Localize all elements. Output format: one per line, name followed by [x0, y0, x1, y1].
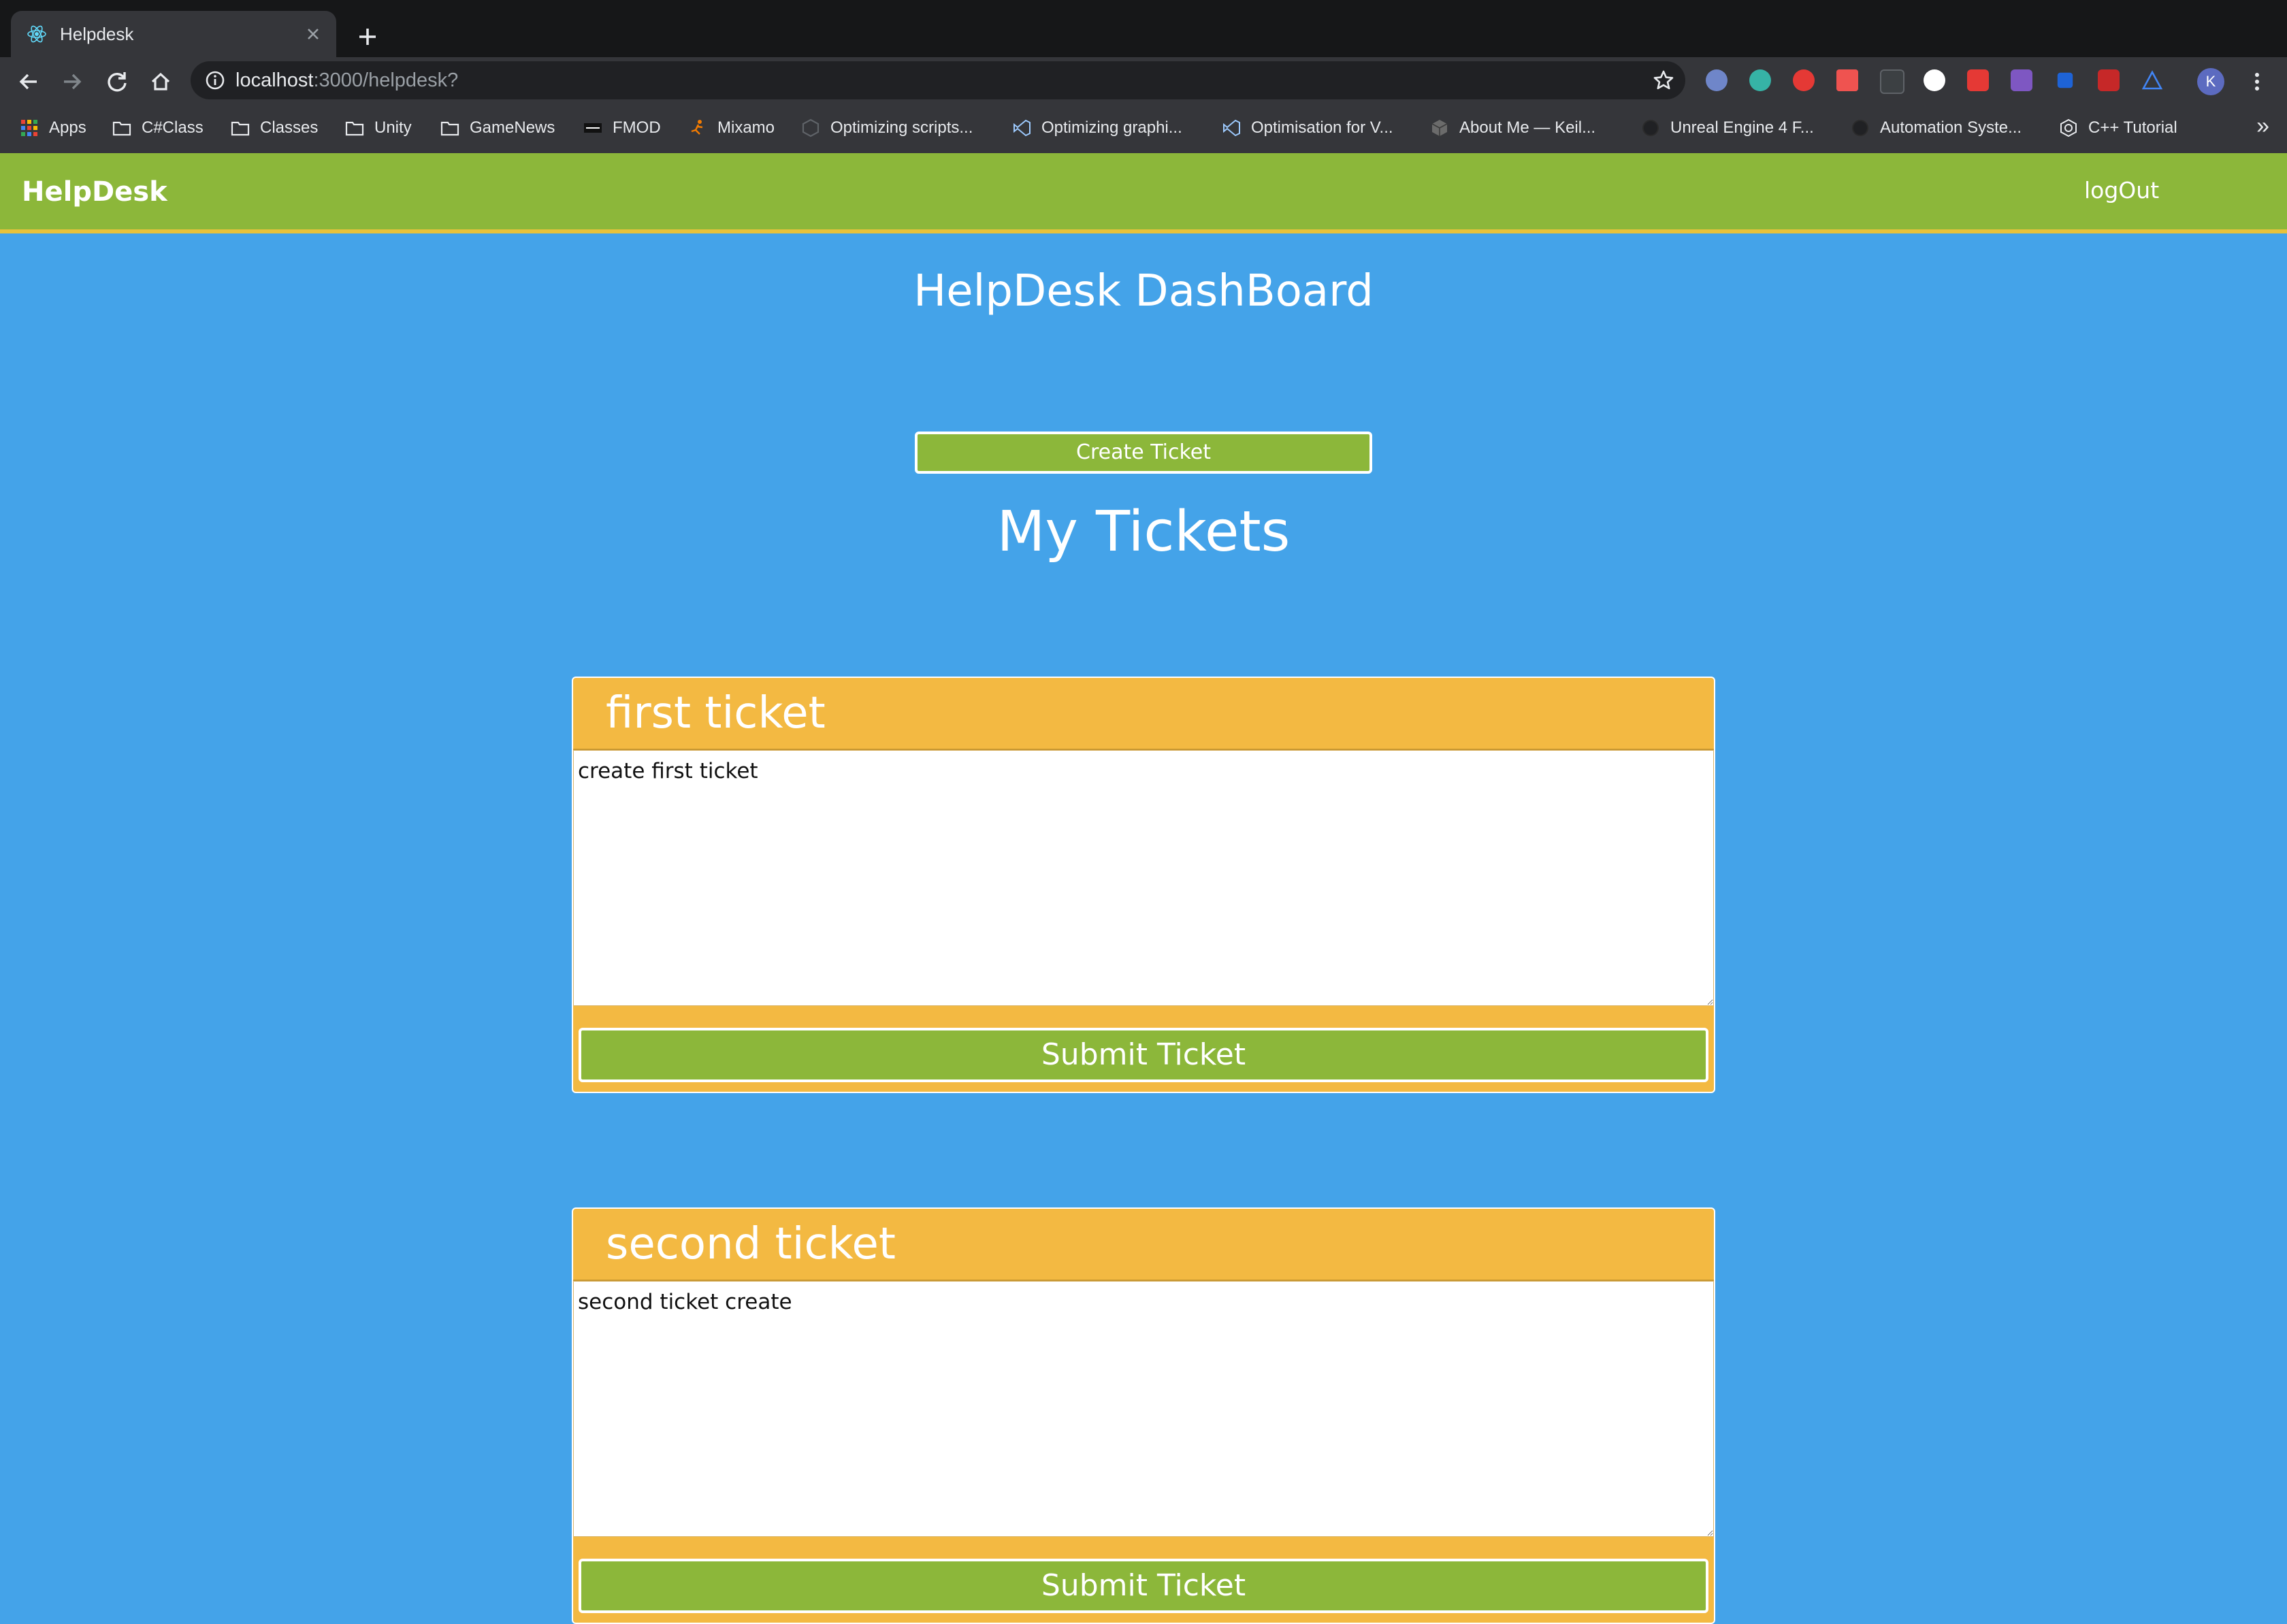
bookmark-label: Automation Syste... [1880, 118, 2022, 137]
tab-title: Helpdesk [60, 24, 134, 44]
bookmark-fmod[interactable]: FMOD [583, 116, 661, 140]
url-text: localhost:3000/helpdesk? [236, 67, 458, 93]
create-ticket-button[interactable]: Create Ticket [915, 432, 1372, 474]
bookmarks-bar: Apps C#Class Classes Unity GameNews FMOD… [0, 103, 2287, 154]
brand-logo[interactable]: HelpDesk [22, 175, 167, 209]
bookmark-apps[interactable]: Apps [19, 116, 86, 140]
cors-icon[interactable] [1967, 69, 1989, 91]
ticket-card: first ticket create first ticket Submit … [572, 677, 1715, 1093]
more-vert-icon[interactable] [2246, 69, 2268, 94]
bookmark-optimizing-graphics[interactable]: Optimizing graphi... [1011, 116, 1182, 140]
bookmark-folder-classes[interactable]: Classes [230, 116, 318, 140]
adblock-icon[interactable] [1793, 69, 1815, 91]
bookmark-optimizing-scripts[interactable]: Optimizing scripts... [800, 116, 973, 140]
home-icon[interactable] [146, 67, 176, 97]
ticket-description-textarea[interactable]: second ticket create [573, 1281, 1714, 1537]
fmod-icon [584, 123, 602, 133]
new-tab-plus-icon[interactable] [351, 20, 384, 53]
bookmark-label: C++ Tutorial [2088, 118, 2177, 137]
bookmark-label: Optimizing graphi... [1041, 118, 1182, 137]
extension-icon[interactable] [1749, 69, 1771, 91]
bookmark-cpp-tutorial[interactable]: C++ Tutorial [2058, 116, 2177, 140]
unreal-icon [1852, 120, 1868, 136]
section-title: My Tickets [996, 500, 1291, 564]
ticket-card: second ticket second ticket create Submi… [572, 1207, 1715, 1624]
bookmark-label: Apps [49, 118, 86, 137]
bookmark-mixamo[interactable]: Mixamo [687, 116, 775, 140]
app-navbar: HelpDesk logOut [0, 153, 2287, 233]
page-title: HelpDesk DashBoard [913, 266, 1374, 316]
bookmark-label: GameNews [470, 118, 555, 137]
bookmark-folder-gamenews[interactable]: GameNews [440, 116, 555, 140]
bookmark-label: Mixamo [717, 118, 775, 137]
bookmark-label: Optimisation for V... [1251, 118, 1393, 137]
bookmark-star-icon[interactable] [1651, 68, 1676, 93]
reload-icon[interactable] [102, 67, 132, 97]
mixamo-icon [691, 120, 703, 135]
extension-icon[interactable] [2011, 69, 2032, 91]
bookmark-automation-system[interactable]: Automation Syste... [1850, 116, 2022, 140]
bookmark-optimisation-for-v[interactable]: Optimisation for V... [1221, 116, 1393, 140]
extension-icon[interactable] [1880, 69, 1904, 94]
submit-ticket-button[interactable]: Submit Ticket [579, 1028, 1708, 1082]
profile-avatar[interactable]: K [2197, 68, 2224, 95]
extension-icon[interactable] [1836, 69, 1858, 91]
back-arrow-icon[interactable] [14, 67, 44, 97]
extension-icon[interactable] [1924, 69, 1945, 91]
url-host: localhost [236, 69, 314, 91]
unity-icon [802, 118, 820, 137]
bookmark-label: Unity [374, 118, 412, 137]
ticket-title: first ticket [573, 678, 1714, 750]
extension-triangle-icon[interactable] [2141, 69, 2163, 91]
tab-helpdesk[interactable]: Helpdesk [11, 11, 336, 57]
forward-arrow-icon[interactable] [57, 67, 87, 97]
bookmark-label: Classes [260, 118, 319, 137]
browser-chrome: Helpdesk localhost:3000/helpdesk? K Apps… [0, 0, 2287, 154]
bookmark-folder-unity[interactable]: Unity [344, 116, 412, 140]
extension-icon[interactable] [2057, 72, 2073, 88]
tab-strip: Helpdesk [0, 0, 2287, 57]
cube-icon [1431, 120, 1448, 136]
bookmark-label: C#Class [142, 118, 204, 137]
folder-icon [345, 121, 364, 136]
extension-icon[interactable] [1706, 69, 1728, 91]
close-icon[interactable] [301, 22, 325, 46]
bookmark-label: FMOD [613, 118, 661, 137]
bookmark-unreal-engine[interactable]: Unreal Engine 4 F... [1640, 116, 1814, 140]
folder-icon [231, 121, 250, 136]
apps-grid-icon [21, 120, 37, 136]
unreal-icon [1642, 120, 1659, 136]
more-bookmarks-chevron[interactable]: » [2256, 113, 2269, 140]
bookmark-about-me[interactable]: About Me — Keil... [1429, 116, 1595, 140]
react-icon [27, 25, 46, 43]
url-path: :3000/helpdesk? [313, 69, 459, 91]
submit-ticket-button[interactable]: Submit Ticket [579, 1559, 1708, 1613]
extension-icon[interactable] [2098, 69, 2120, 91]
bookmark-label: Unreal Engine 4 F... [1670, 118, 1814, 137]
ticket-description-textarea[interactable]: create first ticket [573, 750, 1714, 1006]
info-icon[interactable] [204, 69, 226, 91]
folder-icon [112, 121, 131, 136]
bookmark-folder-csharp[interactable]: C#Class [112, 116, 204, 140]
address-bar[interactable]: localhost:3000/helpdesk? [191, 61, 1685, 99]
cpp-icon [2060, 118, 2077, 137]
logout-link[interactable]: logOut [2084, 175, 2159, 206]
folder-icon [440, 121, 459, 136]
ticket-title: second ticket [573, 1209, 1714, 1281]
bookmark-label: About Me — Keil... [1459, 118, 1596, 137]
visual-studio-icon [1223, 119, 1240, 137]
bookmark-label: Optimizing scripts... [830, 118, 973, 137]
visual-studio-icon [1013, 119, 1031, 137]
